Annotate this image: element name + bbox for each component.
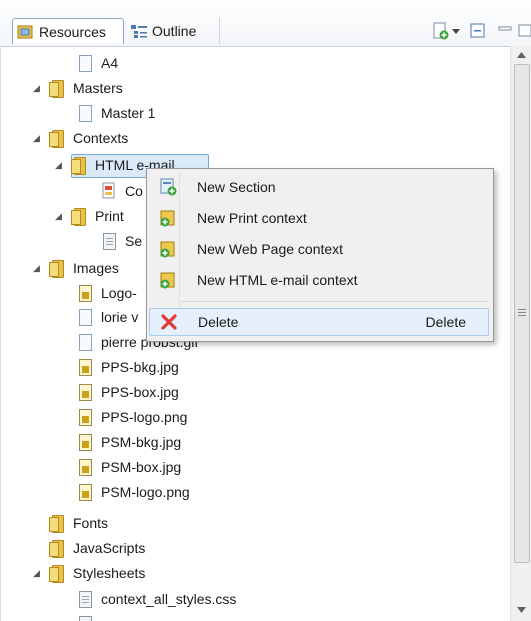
vertical-scrollbar[interactable] <box>510 46 531 621</box>
expand-arrow-icon[interactable]: ◢ <box>55 160 65 170</box>
tree-item-master1[interactable]: Master 1 <box>77 101 155 125</box>
menu-item-new-print-context[interactable]: New Print context <box>149 204 489 232</box>
image-file-icon <box>77 458 93 476</box>
document-icon <box>77 308 93 326</box>
tree-item-a4[interactable]: A4 <box>77 51 118 75</box>
scroll-down-arrow-icon[interactable] <box>517 607 526 613</box>
menu-item-new-section[interactable]: New Section <box>149 173 489 201</box>
menu-item-new-html-email-context[interactable]: New HTML e-mail context <box>149 266 489 294</box>
image-file-icon <box>77 433 93 451</box>
expand-arrow-icon[interactable]: ◢ <box>55 211 65 221</box>
tree-item-html-section[interactable]: Co <box>101 179 143 203</box>
resources-icon <box>17 24 35 40</box>
folder-icon <box>49 260 65 278</box>
new-html-context-icon <box>157 270 179 290</box>
image-file-icon <box>77 483 93 501</box>
new-section-icon <box>157 177 179 197</box>
delete-shortcut: Delete <box>425 314 466 330</box>
image-file-icon <box>77 284 93 302</box>
maximize-button[interactable] <box>516 21 531 41</box>
tree-item-image-5[interactable]: PPS-box.jpg <box>77 380 179 404</box>
stylesheet-file-icon <box>77 615 93 621</box>
menu-item-new-web-page-context[interactable]: New Web Page context <box>149 235 489 263</box>
tree-item-css-2[interactable] <box>77 612 101 621</box>
tree-item-masters[interactable]: ◢ Masters <box>33 76 123 100</box>
section-icon <box>101 232 117 250</box>
tree-item-images[interactable]: ◢ Images <box>33 256 119 280</box>
new-resource-button[interactable] <box>430 21 450 41</box>
grip-icon <box>518 309 526 316</box>
tree-item-image-7[interactable]: PSM-bkg.jpg <box>77 430 181 454</box>
tab-resources[interactable]: Resources <box>12 18 124 44</box>
tree-item-stylesheets[interactable]: ◢ Stylesheets <box>33 561 145 585</box>
tree-item-image-9[interactable]: PSM-logo.png <box>77 480 190 504</box>
collapse-all-button[interactable] <box>468 21 488 41</box>
tree-item-image-6[interactable]: PPS-logo.png <box>77 405 187 429</box>
new-print-context-icon <box>157 208 179 228</box>
tree-item-image-2[interactable]: lorie v <box>77 305 138 329</box>
html-context-icon <box>71 157 87 175</box>
expand-arrow-icon[interactable]: ◢ <box>33 568 43 578</box>
folder-icon <box>49 80 65 98</box>
outline-icon <box>130 23 148 39</box>
tree-item-fonts[interactable]: Fonts <box>49 511 108 535</box>
stylesheet-file-icon <box>77 590 93 608</box>
expand-arrow-icon[interactable]: ◢ <box>33 133 43 143</box>
context-menu: New Section New Print context New Web Pa… <box>146 168 494 342</box>
tree-item-css-1[interactable]: context_all_styles.css <box>77 587 236 611</box>
image-file-icon <box>77 383 93 401</box>
tab-outline[interactable]: Outline <box>126 18 220 44</box>
chevron-down-icon[interactable] <box>450 21 462 41</box>
view-tab-bar: Resources Outline <box>0 0 531 47</box>
tree-item-image-8[interactable]: PSM-box.jpg <box>77 455 181 479</box>
delete-icon <box>158 312 180 332</box>
scroll-up-arrow-icon[interactable] <box>517 52 526 58</box>
expand-arrow-icon[interactable]: ◢ <box>33 263 43 273</box>
tree-item-print-section[interactable]: Se <box>101 229 142 253</box>
master-page-icon <box>77 104 93 122</box>
new-web-context-icon <box>157 239 179 259</box>
image-file-icon <box>77 358 93 376</box>
document-icon <box>77 333 93 351</box>
menu-separator <box>181 301 487 302</box>
folder-icon <box>49 130 65 148</box>
tree-item-print[interactable]: ◢ Print <box>55 204 124 228</box>
folder-icon <box>49 565 65 583</box>
scrollbar-thumb[interactable] <box>514 64 530 563</box>
image-file-icon <box>77 408 93 426</box>
tree-item-image-1[interactable]: Logo- <box>77 281 137 305</box>
tab-outline-label: Outline <box>152 23 197 39</box>
menu-item-delete[interactable]: Delete Delete <box>149 308 489 336</box>
section-icon <box>101 182 117 200</box>
view-toolbar <box>430 20 531 42</box>
print-context-icon <box>71 208 87 226</box>
tree-item-javascripts[interactable]: JavaScripts <box>49 536 145 560</box>
expand-arrow-icon[interactable]: ◢ <box>33 83 43 93</box>
folder-icon <box>49 515 65 533</box>
tree-item-image-4[interactable]: PPS-bkg.jpg <box>77 355 179 379</box>
folder-icon <box>49 540 65 558</box>
tab-resources-label: Resources <box>39 23 106 40</box>
document-icon <box>77 54 93 72</box>
tree-item-contexts[interactable]: ◢ Contexts <box>33 126 128 150</box>
minimize-button[interactable] <box>496 21 516 41</box>
